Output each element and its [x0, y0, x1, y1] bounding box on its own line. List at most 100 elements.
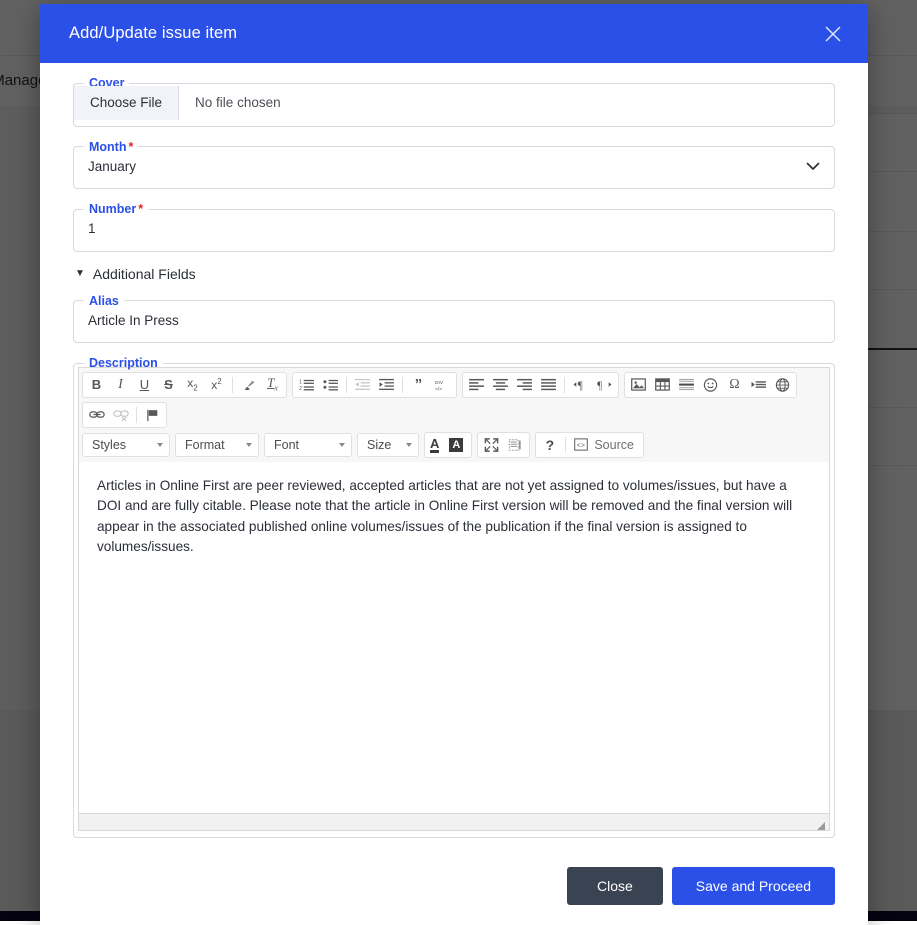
- alias-input[interactable]: Article In Press: [74, 303, 834, 337]
- modal-footer: Close Save and Proceed: [40, 851, 868, 925]
- editor-body-text: Articles in Online First are peer review…: [97, 476, 811, 558]
- number-input[interactable]: 1: [74, 212, 834, 246]
- toolbar-separator: [136, 407, 137, 423]
- cover-field: Cover Choose File No file chosen: [73, 77, 835, 127]
- align-center-icon[interactable]: [489, 374, 512, 396]
- maximize-icon[interactable]: [480, 434, 503, 456]
- modal-title: Add/Update issue item: [69, 24, 237, 43]
- iframe-globe-icon[interactable]: [771, 374, 794, 396]
- align-left-icon[interactable]: [465, 374, 488, 396]
- anchor-flag-icon[interactable]: [141, 404, 164, 426]
- increase-indent-icon[interactable]: [375, 374, 398, 396]
- alignment-group: ¶ ¶: [462, 372, 619, 398]
- toolbar-row-3: Styles Format Font Size: [82, 432, 826, 458]
- size-dropdown-label: Size: [367, 438, 391, 452]
- color-group: A A: [424, 432, 472, 458]
- modal-header: Add/Update issue item: [40, 4, 868, 63]
- description-label: Description: [84, 357, 163, 370]
- remove-format-icon[interactable]: Tx: [261, 374, 284, 396]
- bold-icon[interactable]: B: [85, 374, 108, 396]
- size-dropdown[interactable]: Size: [357, 433, 419, 457]
- alias-field: Alias Article In Press: [73, 295, 835, 344]
- save-and-proceed-button[interactable]: Save and Proceed: [672, 867, 835, 905]
- additional-fields-toggle[interactable]: ▼ Additional Fields: [75, 266, 835, 282]
- add-update-issue-item-modal: Add/Update issue item Cover Choose File …: [40, 4, 868, 925]
- toolbar-separator: [346, 377, 347, 393]
- superscript-icon[interactable]: x2: [205, 374, 228, 396]
- additional-fields-label: Additional Fields: [93, 266, 196, 282]
- svg-text:<>: <>: [577, 443, 585, 451]
- link-group: [82, 402, 167, 428]
- help-source-group: ? <> Source: [535, 432, 644, 458]
- svg-text:DIV: DIV: [435, 380, 444, 386]
- alias-label: Alias: [84, 295, 124, 308]
- text-direction-rtl-icon[interactable]: ¶: [593, 374, 616, 396]
- required-mark: *: [128, 140, 133, 154]
- underline-icon[interactable]: U: [133, 374, 156, 396]
- basic-styles-group: B I U S x2 x2 Tx: [82, 372, 287, 398]
- file-status-text: No file chosen: [179, 86, 297, 120]
- image-icon[interactable]: [627, 374, 650, 396]
- background-color-letter: A: [449, 438, 463, 452]
- blockquote-icon[interactable]: ”: [407, 374, 430, 396]
- close-icon[interactable]: [820, 21, 846, 47]
- italic-icon[interactable]: I: [109, 374, 132, 396]
- chevron-down-icon: [806, 161, 820, 171]
- background-color-icon[interactable]: A: [446, 434, 469, 456]
- font-dropdown[interactable]: Font: [264, 433, 352, 457]
- toolbar-row-1: B I U S x2 x2 Tx: [82, 372, 826, 398]
- editor-content-area[interactable]: Articles in Online First are peer review…: [78, 462, 830, 814]
- strikethrough-icon[interactable]: S: [157, 374, 180, 396]
- insert-group: Ω: [624, 372, 797, 398]
- svg-text:¶: ¶: [597, 380, 602, 391]
- description-field: Description B I U S x2 x2: [73, 357, 835, 838]
- resize-grip-icon[interactable]: [816, 818, 826, 828]
- editor-toolbar: B I U S x2 x2 Tx: [78, 367, 830, 462]
- styles-dropdown[interactable]: Styles: [82, 433, 170, 457]
- close-button[interactable]: Close: [567, 867, 663, 905]
- create-div-icon[interactable]: DIV</>: [431, 374, 454, 396]
- month-label: Month*: [84, 141, 138, 154]
- format-dropdown[interactable]: Format: [175, 433, 259, 457]
- styles-dropdown-label: Styles: [92, 438, 126, 452]
- toolbar-separator: [565, 437, 566, 453]
- text-direction-ltr-icon[interactable]: ¶: [569, 374, 592, 396]
- subscript-icon[interactable]: x2: [181, 374, 204, 396]
- page-break-icon[interactable]: [747, 374, 770, 396]
- link-icon[interactable]: [85, 404, 108, 426]
- decrease-indent-icon[interactable]: [351, 374, 374, 396]
- list-indent-group: 12: [292, 372, 457, 398]
- show-blocks-icon[interactable]: [504, 434, 527, 456]
- chevron-down-icon: [406, 443, 412, 447]
- chevron-down-icon: [246, 443, 252, 447]
- special-character-icon[interactable]: Ω: [723, 374, 746, 396]
- svg-text:¶: ¶: [578, 380, 583, 391]
- align-justify-icon[interactable]: [537, 374, 560, 396]
- text-color-icon[interactable]: A: [427, 434, 445, 456]
- toolbar-row-2: [82, 402, 826, 428]
- source-button-label: Source: [594, 438, 634, 452]
- svg-text:1: 1: [299, 380, 302, 386]
- format-dropdown-label: Format: [185, 438, 225, 452]
- source-button[interactable]: <> Source: [570, 434, 641, 456]
- horizontal-rule-icon[interactable]: [675, 374, 698, 396]
- table-icon[interactable]: [651, 374, 674, 396]
- svg-text:</>: </>: [435, 386, 442, 392]
- align-right-icon[interactable]: [513, 374, 536, 396]
- month-select[interactable]: January: [74, 149, 834, 183]
- numbered-list-icon[interactable]: 12: [295, 374, 318, 396]
- svg-text:2: 2: [299, 386, 302, 391]
- choose-file-button[interactable]: Choose File: [74, 86, 179, 120]
- help-icon[interactable]: ?: [538, 434, 561, 456]
- number-field: Number* 1: [73, 203, 835, 252]
- unlink-icon[interactable]: [109, 404, 132, 426]
- month-field: Month* January: [73, 141, 835, 190]
- required-mark: *: [138, 202, 143, 216]
- chevron-down-icon: [339, 443, 345, 447]
- source-icon: <>: [574, 438, 588, 451]
- file-input-row[interactable]: Choose File No file chosen: [74, 86, 834, 120]
- bulleted-list-icon[interactable]: [319, 374, 342, 396]
- remove-format-brush-icon[interactable]: [237, 374, 260, 396]
- smiley-icon[interactable]: [699, 374, 722, 396]
- font-dropdown-label: Font: [274, 438, 299, 452]
